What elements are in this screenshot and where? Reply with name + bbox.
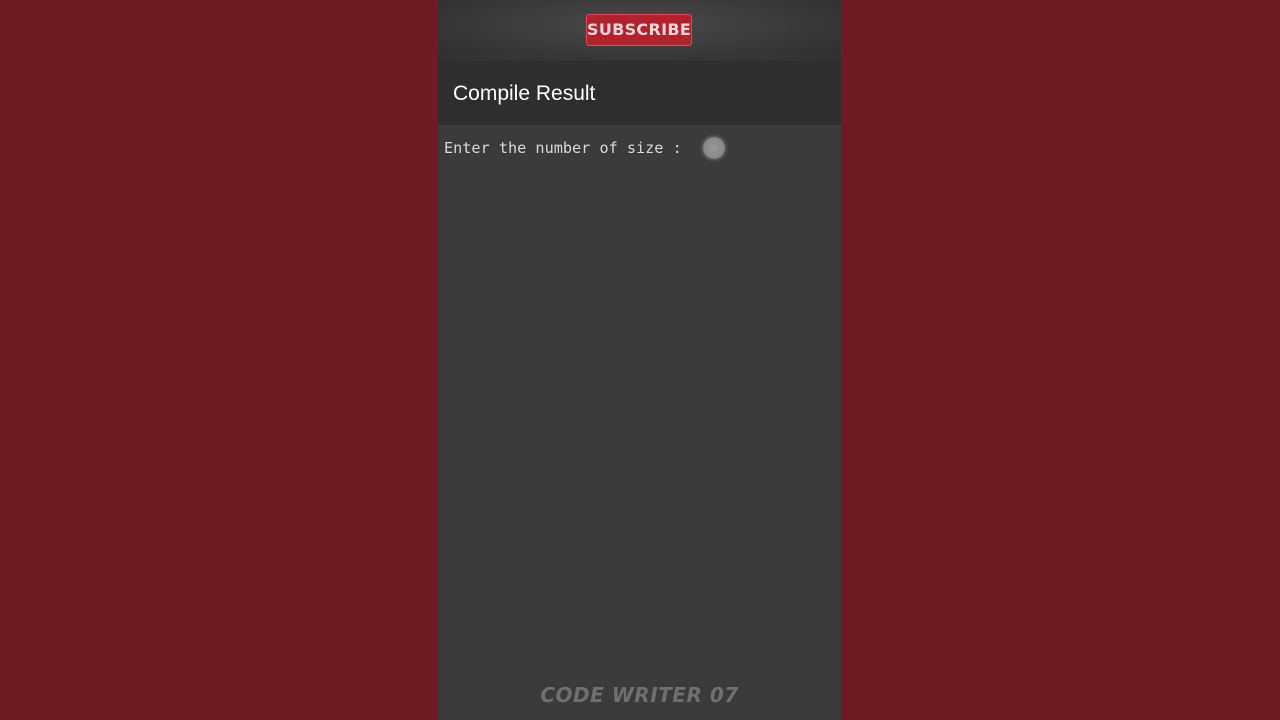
watermark: CODE WRITER 07 [540, 683, 739, 707]
top-banner: SUBSCRIBE [438, 0, 841, 61]
subscribe-button[interactable]: SUBSCRIBE [586, 14, 692, 46]
page-title: Compile Result [453, 82, 596, 105]
touch-indicator-icon [703, 137, 725, 159]
console-output[interactable]: Enter the number of size : [438, 125, 841, 720]
app-header: Compile Result [438, 61, 841, 125]
phone-screen: SUBSCRIBE Compile Result Enter the numbe… [438, 0, 841, 720]
console-prompt: Enter the number of size : [444, 139, 691, 157]
